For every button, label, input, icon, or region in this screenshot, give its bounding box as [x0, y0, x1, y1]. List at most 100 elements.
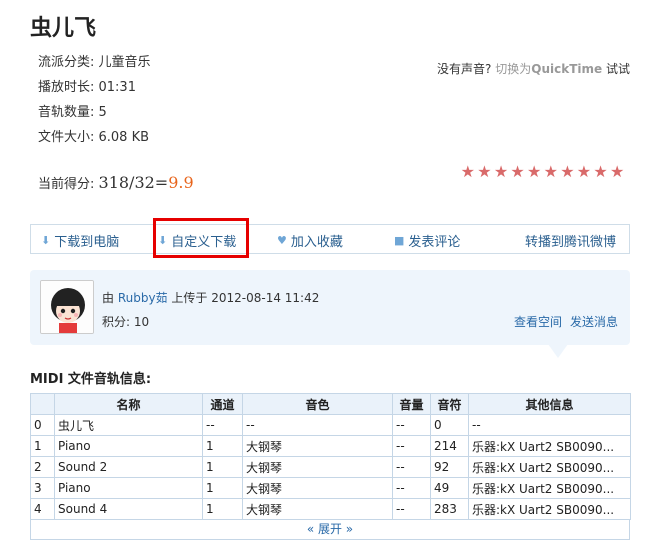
header-name: 名称: [54, 393, 203, 415]
score-value: 9.9: [168, 173, 194, 192]
header-channel: 通道: [202, 393, 243, 415]
avatar-image: [41, 281, 93, 333]
cell-index: 0: [30, 414, 55, 436]
star-icon[interactable]: ★: [477, 163, 493, 181]
track-count-text: 音轨数量: 5: [38, 105, 107, 120]
cell-notes: 92: [430, 456, 469, 478]
comment-label: 发表评论: [408, 235, 461, 250]
uploader-links: 查看空间 发送消息: [514, 313, 618, 330]
file-size-text: 文件大小: 6.08 KB: [38, 130, 150, 145]
cell-name: Piano: [54, 477, 203, 499]
header-notes: 音符: [430, 393, 469, 415]
add-favorite-label: 加入收藏: [290, 235, 343, 250]
midi-track-table: 名称 通道 音色 音量 音符 其他信息 0 虫儿飞 -- -- -- 0 -- …: [30, 393, 631, 520]
uploader-card: 由 Rubby茹 上传于 2012-08-14 11:42 积分: 10 查看空…: [30, 270, 630, 358]
star-icon[interactable]: ★: [460, 163, 476, 181]
cell-name: Piano: [54, 435, 203, 457]
cell-channel: 1: [202, 498, 243, 520]
cell-volume: --: [392, 498, 431, 520]
table-row: 4 Sound 4 1 大钢琴 -- 283 乐器:kX Uart2 SB009…: [30, 498, 631, 520]
download-pc-button[interactable]: ⬇ 下载到电脑: [41, 231, 119, 250]
cell-timbre: 大钢琴: [242, 435, 393, 457]
header-timbre: 音色: [242, 393, 393, 415]
action-bar: ⬇ 下载到电脑 ⬇ 自定义下载 ♥ 加入收藏 ■ 发表评论 转播到腾讯微博: [30, 224, 630, 254]
quicktime-label: QuickTime: [531, 62, 603, 76]
table-row: 3 Piano 1 大钢琴 -- 49 乐器:kX Uart2 SB0090..…: [30, 477, 631, 499]
sound-hint: 没有声音? 切换为QuickTime 试试: [437, 60, 630, 77]
download-pc-label: 下载到电脑: [54, 235, 120, 250]
cell-timbre: 大钢琴: [242, 498, 393, 520]
cell-notes: 0: [430, 414, 469, 436]
send-message-link[interactable]: 发送消息: [570, 313, 618, 330]
current-score: 当前得分: 318/32=9.9: [38, 173, 194, 192]
cell-other: 乐器:kX Uart2 SB0090...: [468, 498, 631, 520]
cell-name: Sound 2: [54, 456, 203, 478]
cell-other: 乐器:kX Uart2 SB0090...: [468, 477, 631, 499]
uploader-username-link[interactable]: Rubby茹: [118, 291, 168, 305]
page-title: 虫儿飞: [30, 16, 97, 41]
add-favorite-button[interactable]: ♥ 加入收藏: [277, 231, 343, 250]
download-arrow-icon: ⬇: [41, 234, 51, 247]
cell-volume: --: [392, 477, 431, 499]
cell-other: 乐器:kX Uart2 SB0090...: [468, 456, 631, 478]
comment-button[interactable]: ■ 发表评论: [394, 231, 460, 250]
score-label: 当前得分:: [38, 177, 99, 192]
star-icon[interactable]: ★: [510, 163, 526, 181]
avatar[interactable]: [40, 280, 94, 334]
cell-volume: --: [392, 414, 431, 436]
try-label: 试试: [605, 62, 630, 76]
cell-notes: 283: [430, 498, 469, 520]
cell-index: 4: [30, 498, 55, 520]
cell-notes: 214: [430, 435, 469, 457]
header-index: [30, 393, 55, 415]
score-fraction: 318/32=: [98, 173, 169, 192]
genre-text: 流派分类: 儿童音乐: [38, 55, 151, 70]
switch-quicktime-link[interactable]: 切换为QuickTime: [495, 62, 606, 76]
share-weibo-label: 转播到腾讯微博: [525, 235, 617, 250]
star-icon[interactable]: ★: [560, 163, 576, 181]
cell-name: Sound 4: [54, 498, 203, 520]
duration-text: 播放时长: 01:31: [38, 80, 136, 95]
star-icon[interactable]: ★: [543, 163, 559, 181]
midi-section-title: MIDI 文件音轨信息:: [30, 372, 152, 387]
custom-download-highlight: [153, 218, 249, 258]
points-text: 积分: 10: [102, 315, 150, 329]
table-row: 1 Piano 1 大钢琴 -- 214 乐器:kX Uart2 SB0090.…: [30, 435, 631, 457]
cell-channel: 1: [202, 435, 243, 457]
table-row: 2 Sound 2 1 大钢琴 -- 92 乐器:kX Uart2 SB0090…: [30, 456, 631, 478]
table-row: 0 虫儿飞 -- -- -- 0 --: [30, 414, 631, 436]
share-weibo-button[interactable]: 转播到腾讯微博: [525, 231, 616, 250]
upload-info: 由 Rubby茹 上传于 2012-08-14 11:42: [102, 289, 319, 306]
header-other: 其他信息: [468, 393, 631, 415]
upload-time: 上传于 2012-08-14 11:42: [171, 291, 320, 305]
by-label: 由: [102, 291, 115, 305]
cell-notes: 49: [430, 477, 469, 499]
star-icon[interactable]: ★: [593, 163, 609, 181]
cell-index: 1: [30, 435, 55, 457]
header-volume: 音量: [392, 393, 431, 415]
cell-channel: --: [202, 414, 243, 436]
star-icon[interactable]: ★: [576, 163, 592, 181]
file-meta: 流派分类: 儿童音乐 播放时长: 01:31 音轨数量: 5 文件大小: 6.0…: [38, 52, 151, 152]
card-pointer: [548, 344, 568, 358]
expand-table-link[interactable]: « 展开 »: [30, 519, 630, 540]
view-space-link[interactable]: 查看空间: [514, 313, 562, 330]
cell-timbre: 大钢琴: [242, 477, 393, 499]
cell-index: 2: [30, 456, 55, 478]
cell-timbre: 大钢琴: [242, 456, 393, 478]
cell-other: --: [468, 414, 631, 436]
cell-channel: 1: [202, 456, 243, 478]
cell-index: 3: [30, 477, 55, 499]
star-icon[interactable]: ★: [526, 163, 542, 181]
cell-name: 虫儿飞: [54, 414, 203, 436]
rating-stars[interactable]: ★ ★ ★ ★ ★ ★ ★ ★ ★ ★: [460, 163, 625, 181]
switch-label: 切换为: [495, 62, 532, 76]
cell-other: 乐器:kX Uart2 SB0090...: [468, 435, 631, 457]
cell-timbre: --: [242, 414, 393, 436]
cell-channel: 1: [202, 477, 243, 499]
star-icon[interactable]: ★: [493, 163, 509, 181]
speech-bubble-icon: ■: [394, 234, 405, 247]
no-sound-question: 没有声音?: [437, 62, 492, 76]
star-icon[interactable]: ★: [609, 163, 625, 181]
table-header-row: 名称 通道 音色 音量 音符 其他信息: [30, 393, 631, 415]
